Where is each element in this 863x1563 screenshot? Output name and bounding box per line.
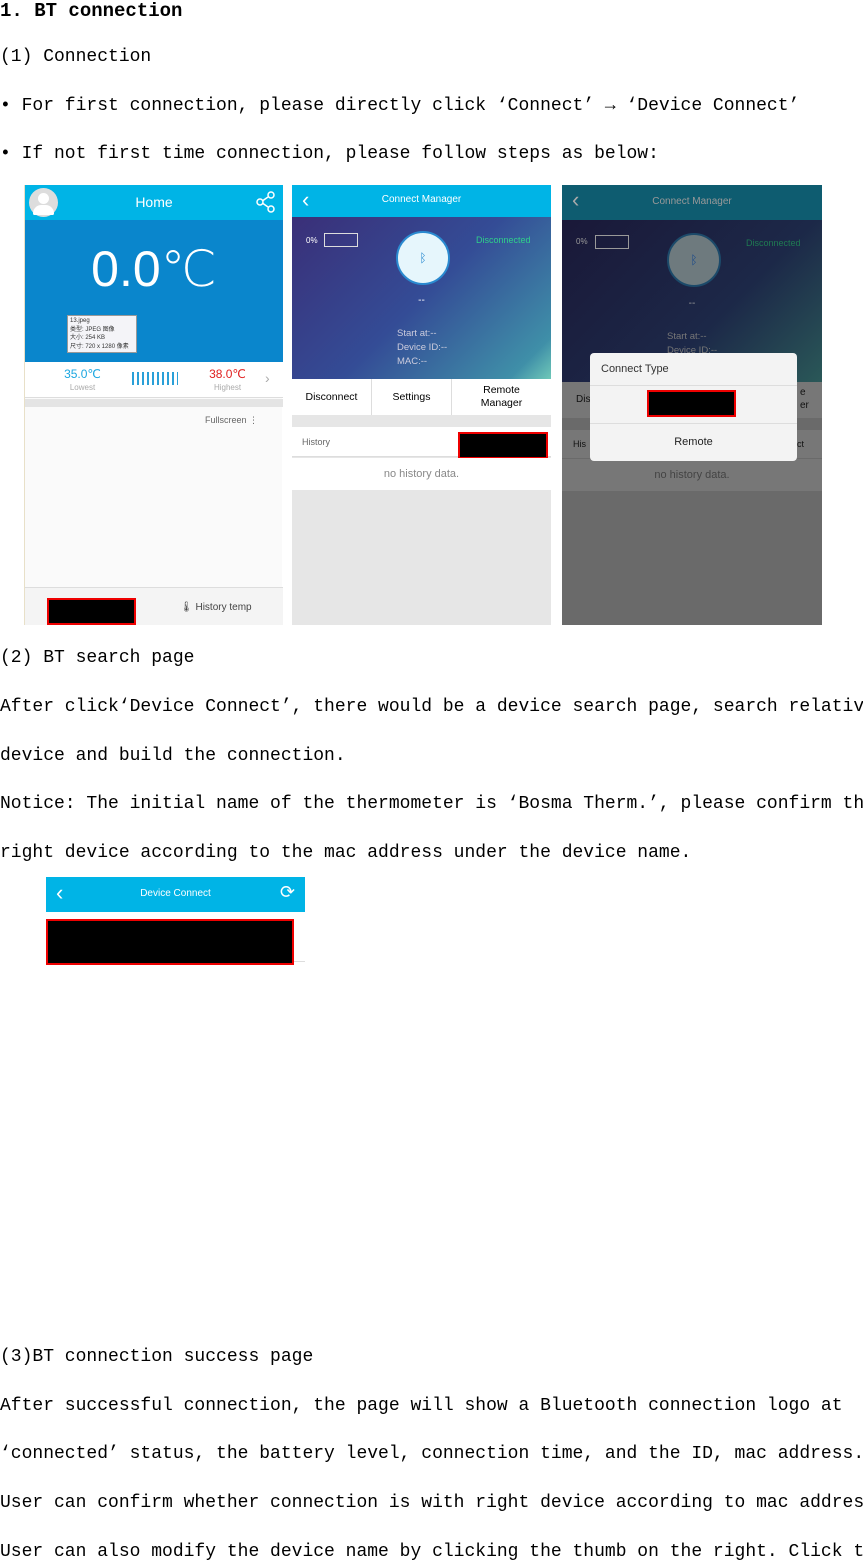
highest-label: Highest — [213, 383, 242, 392]
device-status-panel: 0% ᛒ Disconnected -- Start at:-- Device I… — [292, 217, 551, 379]
bullet-first-connection: • For first connection, please directly … — [0, 96, 800, 116]
dc-title: Device Connect — [140, 888, 211, 899]
cm-title: Connect Manager — [652, 196, 732, 207]
paragraph-line: User can confirm whether connection is w… — [0, 1493, 863, 1513]
temperature-panel: 0.0℃ 13.jpeg 类型: JPEG 图像 大小: 254 KB 尺寸: 720… — [25, 220, 283, 362]
paragraph-line: right device according to the mac addres… — [0, 843, 692, 863]
redacted-device-list-item[interactable] — [46, 919, 294, 965]
redacted-connect-button[interactable] — [458, 432, 548, 459]
behind-text: His — [573, 439, 586, 449]
redacted-connect-button[interactable] — [47, 598, 136, 625]
lowest-value: 35.0℃ — [64, 367, 101, 381]
home-screenshot: Home 0.0℃ 13.jpeg 类型: JPEG 图像 大小: 254 KB 尺寸… — [24, 185, 283, 625]
home-bottom-bar: 🌡 History temp — [25, 587, 283, 625]
connection-status: Disconnected — [476, 235, 531, 245]
bluetooth-icon: ᛒ — [667, 233, 721, 287]
lowest-label: Lowest — [69, 383, 96, 392]
cm-button-row: Disconnect Settings Remote Manager — [292, 379, 551, 415]
device-info: Start at:-- Device ID:-- MAC:-- — [397, 328, 448, 367]
paragraph-line: device and build the connection. — [0, 746, 346, 766]
settings-button[interactable]: Settings — [372, 379, 452, 415]
current-temp: 0.0℃ — [91, 241, 217, 297]
subheading-connection: (1) Connection — [0, 47, 152, 67]
chevron-right-icon[interactable]: › — [265, 370, 270, 386]
connect-manager-screenshot: ‹ Connect Manager 0% ᛒ Disconnected -- S… — [292, 185, 551, 625]
history-label: History — [302, 437, 331, 447]
no-history-text: no history data. — [292, 458, 551, 490]
remote-option[interactable]: Remote — [590, 436, 797, 448]
subheading-success: (3)BT connection success page — [0, 1347, 314, 1367]
file-tooltip: 13.jpeg 类型: JPEG 图像 大小: 254 KB 尺寸: 720 x 12… — [67, 315, 137, 353]
dialog-title: Connect Type — [601, 363, 669, 375]
connect-type-screenshot: ‹ Connect Manager 0% ᛒ Disconnected -- S… — [562, 185, 822, 625]
cm-title: Connect Manager — [381, 194, 462, 205]
device-name: -- — [418, 295, 425, 306]
home-header: Home — [25, 185, 283, 220]
home-title: Home — [135, 194, 173, 210]
bluetooth-icon[interactable]: ᛒ — [396, 231, 450, 285]
disconnect-button[interactable]: Disconnect — [292, 379, 372, 415]
battery-icon — [595, 235, 629, 249]
section-title: 1. BT connection — [0, 0, 183, 22]
temp-range-bar[interactable]: 35.0℃ Lowest 38.0℃ Highest › — [25, 362, 283, 398]
battery-percent: 0% — [306, 236, 318, 245]
redacted-option[interactable] — [647, 390, 736, 417]
device-connect-screenshot: ‹ Device Connect ⟳ — [46, 877, 305, 965]
thermometer-icon: 🌡 — [180, 602, 193, 613]
paragraph-line: Notice: The initial name of the thermome… — [0, 794, 863, 814]
bullet-not-first: • If not first time connection, please f… — [0, 144, 659, 164]
refresh-icon[interactable]: ⟳ — [280, 882, 295, 903]
subheading-search: (2) BT search page — [0, 648, 195, 668]
fullscreen-button[interactable]: Fullscreen ⋮ — [205, 415, 258, 426]
paragraph-line: ‘connected’ status, the battery level, c… — [0, 1444, 863, 1464]
paragraph-line: User can also modify the device name by … — [0, 1542, 863, 1562]
remote-manager-button[interactable]: Remote Manager — [452, 379, 551, 415]
paragraph-line: After successful connection, the page wi… — [0, 1396, 843, 1416]
connection-status: Disconnected — [746, 238, 801, 248]
highest-value: 38.0℃ — [209, 367, 246, 381]
history-temp-button[interactable]: 🌡 History temp — [180, 602, 252, 613]
paragraph-line: After click‘Device Connect’, there would… — [0, 697, 863, 717]
behind-text: Dis — [576, 394, 591, 405]
connect-type-dialog: Connect Type Remote — [590, 353, 797, 461]
temp-scale-icon — [132, 372, 178, 385]
share-icon[interactable] — [256, 191, 276, 213]
device-name: -- — [688, 298, 696, 309]
battery-icon — [324, 233, 358, 247]
behind-text: e er — [800, 387, 809, 411]
no-history-text: no history data. — [562, 459, 822, 491]
battery-percent: 0% — [576, 237, 588, 246]
